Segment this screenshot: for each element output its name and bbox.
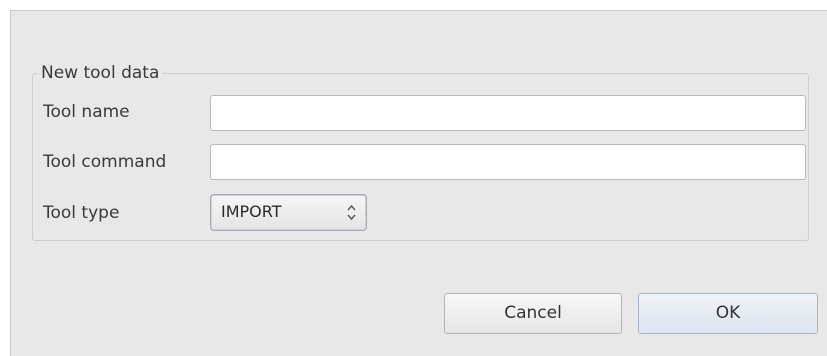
ok-button[interactable]: OK — [638, 293, 818, 334]
tool-name-label: Tool name — [43, 102, 130, 122]
tool-command-label: Tool command — [43, 152, 167, 172]
tool-type-label: Tool type — [43, 203, 120, 223]
groupbox-title: New tool data — [38, 62, 163, 84]
tool-name-input[interactable] — [210, 95, 806, 131]
cancel-button[interactable]: Cancel — [444, 293, 622, 334]
tool-type-selected-value: IMPORT — [221, 202, 282, 221]
tool-type-select[interactable]: IMPORT — [210, 194, 367, 231]
tool-command-input[interactable] — [210, 144, 806, 180]
new-tool-dialog: New tool data Tool name Tool command Too… — [10, 10, 827, 356]
spinner-updown-icon — [347, 204, 356, 221]
